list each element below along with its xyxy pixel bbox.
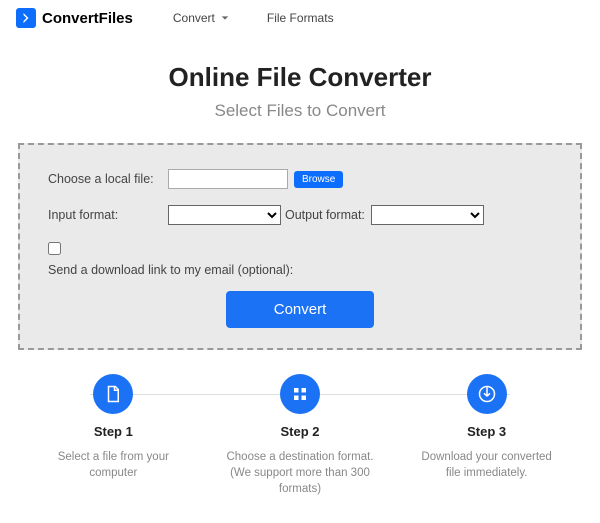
nav-formats-label: File Formats [267, 11, 334, 25]
nav-convert[interactable]: Convert [173, 11, 229, 25]
choose-file-label: Choose a local file: [48, 172, 168, 186]
brand-text: ConvertFiles [42, 10, 133, 27]
nav-convert-label: Convert [173, 11, 215, 25]
steps-row: Step 1 Select a file from your computer … [20, 374, 580, 497]
nav: Convert File Formats [173, 11, 334, 25]
step-2: Step 2 Choose a destination format. (We … [220, 374, 380, 497]
nav-file-formats[interactable]: File Formats [267, 11, 334, 25]
convert-box: Choose a local file: Browse Input format… [18, 143, 582, 350]
step-1-desc: Select a file from your computer [33, 449, 193, 481]
page-title: Online File Converter [0, 62, 600, 93]
brand-logo[interactable]: ConvertFiles [16, 8, 133, 28]
logo-icon [16, 8, 36, 28]
chevron-down-icon [221, 14, 229, 22]
step-3: Step 3 Download your converted file imme… [407, 374, 567, 497]
step-3-title: Step 3 [407, 424, 567, 439]
step-2-desc: Choose a destination format. (We support… [220, 449, 380, 497]
output-format-select[interactable] [371, 205, 484, 225]
input-format-label: Input format: [48, 208, 168, 222]
file-path-input[interactable] [168, 169, 288, 189]
header: ConvertFiles Convert File Formats [0, 0, 600, 36]
output-format-label: Output format: [281, 208, 371, 222]
step-3-desc: Download your converted file immediately… [407, 449, 567, 481]
step-1-title: Step 1 [33, 424, 193, 439]
step-2-title: Step 2 [220, 424, 380, 439]
convert-button[interactable]: Convert [226, 291, 375, 328]
email-checkbox[interactable] [48, 242, 61, 255]
download-icon [467, 374, 507, 414]
input-format-select[interactable] [168, 205, 281, 225]
step-1: Step 1 Select a file from your computer [33, 374, 193, 497]
browse-button[interactable]: Browse [294, 171, 343, 188]
grid-icon [280, 374, 320, 414]
page-subtitle: Select Files to Convert [0, 101, 600, 121]
file-icon [93, 374, 133, 414]
email-checkbox-label: Send a download link to my email (option… [48, 263, 552, 277]
